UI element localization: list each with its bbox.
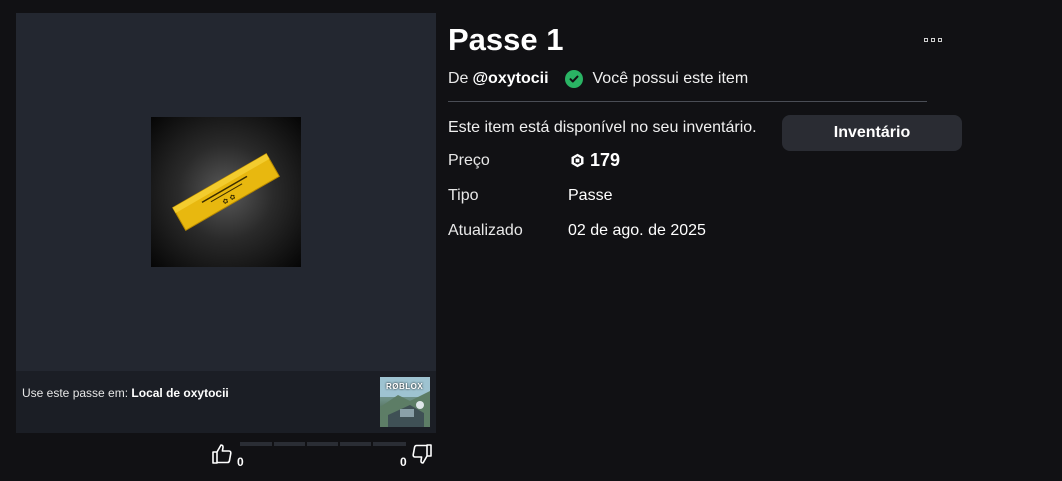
check-circle-icon — [564, 70, 583, 88]
by-prefix: De — [448, 70, 469, 87]
place-usage-text: Use este passe em: Local de oxytocii — [22, 386, 229, 400]
updated-value: 02 de ago. de 2025 — [568, 222, 706, 239]
item-title: Passe 1 — [448, 22, 564, 57]
item-thumbnail-panel: ✿ ✿ Use este passe em: Local de oxytocii… — [16, 13, 436, 433]
price: 179 — [570, 150, 620, 171]
place-thumbnail[interactable]: RØBLOX — [380, 377, 430, 427]
creator-byline: De @oxytocii Você possui este item — [448, 70, 748, 88]
place-link[interactable]: Local de oxytocii — [131, 386, 228, 400]
gold-pass-ticket-icon: ✿ ✿ — [172, 153, 280, 231]
updated-label: Atualizado — [448, 222, 523, 239]
more-options-icon[interactable] — [924, 34, 946, 46]
price-label: Preço — [448, 152, 490, 169]
place-usage-prefix: Use este passe em: — [22, 386, 129, 400]
roblox-logo: RØBLOX — [386, 382, 424, 391]
creator-link[interactable]: @oxytocii — [472, 70, 548, 88]
availability-text: Este item está disponível no seu inventá… — [448, 119, 757, 136]
place-info-bar: Use este passe em: Local de oxytocii RØB… — [16, 371, 436, 433]
owned-status-text: Você possui este item — [592, 70, 749, 87]
vote-row: 0 0 — [210, 440, 436, 470]
robux-icon — [571, 153, 584, 168]
thumbs-down-icon[interactable] — [410, 442, 434, 466]
type-value: Passe — [568, 187, 613, 204]
item-image: ✿ ✿ — [151, 117, 301, 267]
inventory-button[interactable]: Inventário — [782, 115, 962, 151]
upvote-count: 0 — [237, 455, 244, 469]
price-value: 179 — [590, 150, 621, 170]
type-label: Tipo — [448, 187, 479, 204]
vote-ratio-bar — [240, 442, 406, 446]
thumbs-up-icon[interactable] — [210, 442, 234, 466]
downvote-count: 0 — [400, 455, 407, 469]
divider — [448, 101, 927, 102]
